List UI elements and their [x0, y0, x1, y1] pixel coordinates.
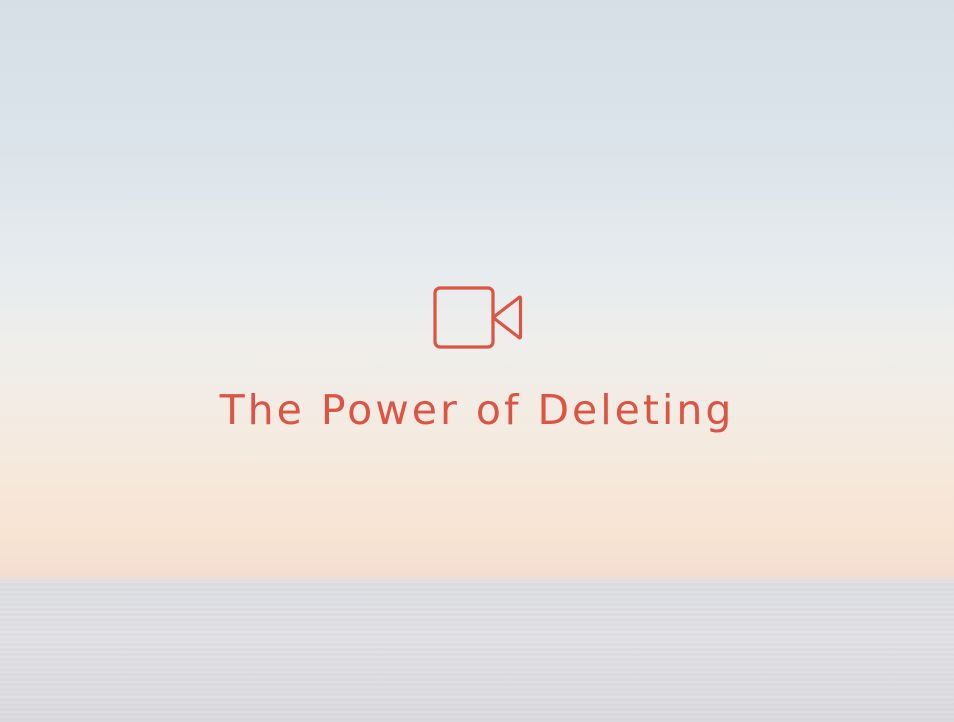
sea-surface	[0, 581, 954, 722]
video-camera-lens	[491, 295, 523, 340]
video-camera-icon[interactable]	[430, 283, 526, 353]
page-title[interactable]: The Power of Deleting	[0, 384, 954, 436]
hero-background	[0, 0, 954, 722]
video-camera-body	[433, 286, 495, 349]
